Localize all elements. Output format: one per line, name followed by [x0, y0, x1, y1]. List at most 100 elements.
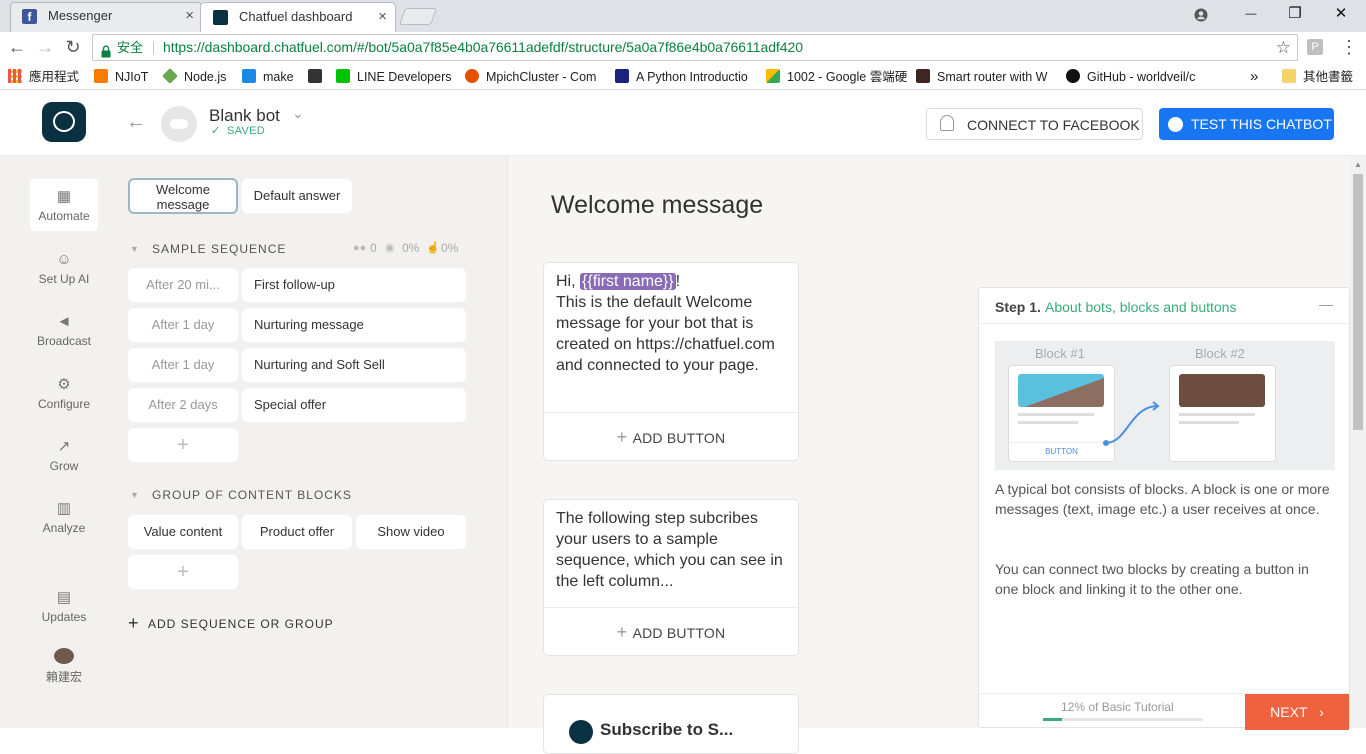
- extension-icon[interactable]: P: [1307, 39, 1323, 55]
- nav-label: Set Up AI: [38, 272, 90, 286]
- back-icon[interactable]: ←: [5, 36, 29, 58]
- nav-item-updates[interactable]: ▤ Updates: [30, 588, 98, 624]
- block-label: Special offer: [254, 397, 327, 412]
- add-sequence-block-button[interactable]: +: [128, 428, 238, 462]
- add-group-block-button[interactable]: +: [128, 555, 238, 589]
- add-button[interactable]: + ADD BUTTON: [544, 412, 798, 460]
- bookmark-label: A Python Introductio: [636, 70, 748, 84]
- sequence-delay[interactable]: After 2 days: [128, 388, 238, 422]
- close-tab-icon[interactable]: ×: [185, 2, 194, 30]
- nav-item-broadcast[interactable]: ◄ Broadcast: [30, 313, 98, 348]
- bookmark-label: NJIoT: [115, 70, 149, 84]
- star-icon[interactable]: ☆: [1276, 35, 1291, 60]
- bookmark-nodejs[interactable]: Node.js: [163, 68, 235, 86]
- collapse-triangle-icon[interactable]: ▼: [130, 490, 139, 500]
- sequence-block[interactable]: Nurturing message: [242, 308, 466, 342]
- tab-title: Chatfuel dashboard: [239, 9, 353, 24]
- app-header: ← Blank bot ⌄ ✓ SAVED CONNECT TO FACEBOO…: [0, 91, 1366, 156]
- menu-icon[interactable]: ⋮: [1340, 35, 1358, 59]
- nav-item-ai[interactable]: ☺ Set Up AI: [30, 251, 98, 286]
- sequence-block[interactable]: First follow-up: [242, 268, 466, 302]
- block-title[interactable]: Welcome message: [551, 191, 763, 220]
- welcome-message-chip[interactable]: Welcome message: [128, 178, 238, 214]
- sequence-views-stat: 0%: [402, 241, 420, 255]
- connector-arrow-icon: [1103, 401, 1160, 446]
- reload-icon[interactable]: ↻: [61, 36, 85, 58]
- collapse-triangle-icon[interactable]: ▼: [130, 244, 139, 254]
- address-bar[interactable]: 安全 https://dashboard.chatfuel.com/#/bot/…: [92, 34, 1298, 61]
- card-text[interactable]: The following step subcribes your users …: [544, 500, 798, 600]
- scroll-up-icon[interactable]: ▲: [1354, 160, 1362, 169]
- users-icon: ●●: [353, 242, 367, 254]
- connect-facebook-button[interactable]: CONNECT TO FACEBOOK: [926, 108, 1143, 140]
- maximize-button[interactable]: ❐: [1272, 0, 1318, 30]
- automate-icon: ▦: [56, 188, 72, 205]
- scrollbar[interactable]: ▲: [1350, 156, 1366, 728]
- tab-chatfuel[interactable]: Chatfuel dashboard ×: [200, 2, 396, 32]
- nav-item-analyze[interactable]: ▥ Analyze: [30, 499, 98, 535]
- tab-title: Messenger: [48, 8, 113, 23]
- close-window-button[interactable]: ✕: [1318, 0, 1364, 30]
- nav-item-configure[interactable]: ⚙ Configure: [30, 375, 98, 411]
- sequence-block[interactable]: Special offer: [242, 388, 466, 422]
- bookmark-python[interactable]: A Python Introductio: [615, 68, 755, 86]
- bookmarks-overflow-button[interactable]: »: [1250, 68, 1262, 86]
- first-name-tag[interactable]: {{first name}}: [580, 273, 676, 290]
- fruit-image-icon: [1179, 374, 1265, 407]
- add-sequence-group-link[interactable]: ADD SEQUENCE OR GROUP: [148, 617, 334, 631]
- minimize-button[interactable]: —: [1228, 0, 1274, 30]
- group-block[interactable]: Value content: [128, 515, 238, 549]
- url-text[interactable]: https://dashboard.chatfuel.com/#/bot/5a0…: [163, 35, 803, 60]
- sequence-delay[interactable]: After 1 day: [128, 308, 238, 342]
- bookmark-smart-router[interactable]: Smart router with W: [916, 68, 1054, 86]
- sequence-delay[interactable]: After 1 day: [128, 348, 238, 382]
- sequence-delay[interactable]: After 20 mi...: [128, 268, 238, 302]
- bookmark-njiot[interactable]: NJIoT: [94, 68, 160, 86]
- sequence-block[interactable]: Nurturing and Soft Sell: [242, 348, 466, 382]
- group-title[interactable]: GROUP OF CONTENT BLOCKS: [152, 488, 352, 502]
- text-line: [1018, 413, 1094, 416]
- nav-item-grow[interactable]: ↗ Grow: [30, 437, 98, 473]
- subscribe-card[interactable]: Subscribe to S...: [543, 694, 799, 754]
- table-icon: [615, 69, 629, 83]
- sequence-title[interactable]: SAMPLE SEQUENCE: [152, 242, 286, 256]
- text-card[interactable]: Hi, {{first name}}! This is the default …: [543, 262, 799, 461]
- group-block[interactable]: Product offer: [242, 515, 352, 549]
- default-answer-chip[interactable]: Default answer: [242, 179, 352, 213]
- chevron-down-icon[interactable]: ⌄: [292, 105, 304, 122]
- bookmark-unnamed[interactable]: [308, 68, 326, 86]
- bookmark-make[interactable]: make: [242, 68, 302, 86]
- progress-label: 12% of Basic Tutorial: [1061, 700, 1174, 714]
- tab-messenger[interactable]: f Messenger ×: [10, 2, 202, 32]
- group-block[interactable]: Show video: [356, 515, 466, 549]
- forward-icon[interactable]: →: [33, 36, 57, 58]
- close-tab-icon[interactable]: ×: [378, 3, 387, 31]
- back-arrow-icon[interactable]: ←: [126, 111, 146, 134]
- profile-icon[interactable]: [1178, 0, 1224, 30]
- bookmark-line[interactable]: LINE Developers: [336, 68, 458, 86]
- bookmark-github[interactable]: GitHub - worldveil/c: [1066, 68, 1206, 86]
- analyze-icon: ▥: [56, 500, 72, 517]
- text-card[interactable]: The following step subcribes your users …: [543, 499, 799, 656]
- other-bookmarks[interactable]: 其他書籤: [1282, 68, 1362, 86]
- ai-icon: ☺: [56, 251, 72, 268]
- bookmark-drive[interactable]: 1002 - Google 雲端硬: [766, 68, 926, 86]
- delay-label: After 1 day: [151, 357, 215, 372]
- next-button[interactable]: NEXT ›: [1245, 694, 1349, 730]
- bookmark-apps[interactable]: 應用程式: [8, 68, 86, 86]
- line-icon: [336, 69, 350, 83]
- new-tab-button[interactable]: [398, 8, 438, 25]
- bot-name[interactable]: Blank bot: [209, 106, 280, 126]
- card-text[interactable]: Hi, {{first name}}! This is the default …: [544, 263, 798, 384]
- nav-item-automate[interactable]: ▦ Automate: [30, 179, 98, 231]
- block2-card: [1169, 365, 1276, 462]
- add-button[interactable]: + ADD BUTTON: [544, 607, 798, 655]
- bookmark-label: GitHub - worldveil/c: [1087, 70, 1196, 84]
- nav-item-profile[interactable]: 賴建宏: [30, 648, 98, 685]
- scroll-thumb[interactable]: [1353, 174, 1363, 430]
- tutorial-paragraph: You can connect two blocks by creating a…: [995, 561, 1309, 597]
- test-chatbot-button[interactable]: TEST THIS CHATBOT: [1159, 108, 1334, 140]
- chatfuel-logo[interactable]: [42, 102, 86, 142]
- collapse-button[interactable]: —: [1319, 296, 1333, 312]
- bookmark-mpich[interactable]: MpichCluster - Com: [465, 68, 603, 86]
